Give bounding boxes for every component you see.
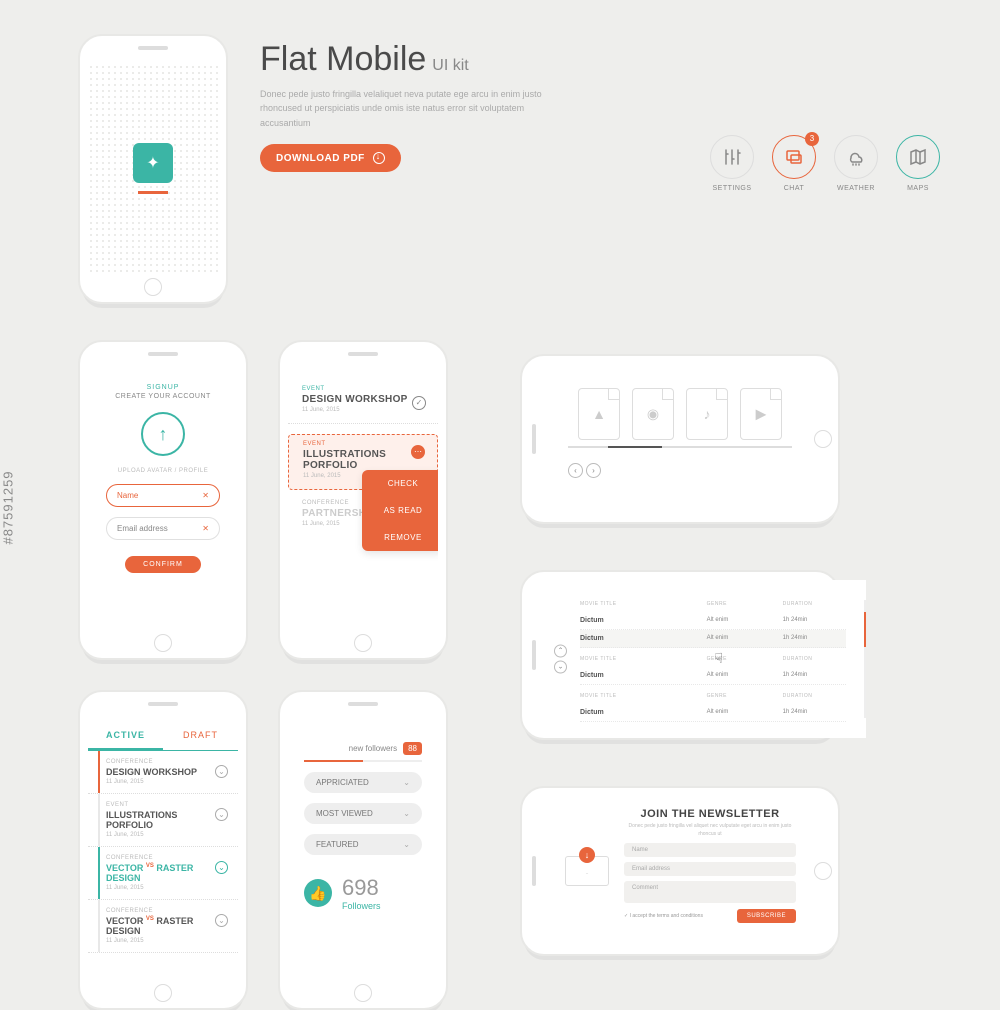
phone-gallery: ▲ ◉ ♪ ▶ ‹› <box>520 354 840 524</box>
new-followers-label: new followers <box>349 744 397 753</box>
download-pdf-button[interactable]: DOWNLOAD PDF <box>260 144 401 172</box>
followers-number: 698 <box>342 875 381 901</box>
phone-signup: SIGNUP CREATE YOUR ACCOUNT ↑ UPLOAD AVAT… <box>78 340 248 660</box>
more-icon[interactable]: ⋯ <box>411 445 425 459</box>
terms-checkbox[interactable]: ✓ I accept the terms and conditions <box>624 913 703 919</box>
phone-newsletter: ↓ JOIN THE NEWSLETTER Donec pede justo f… <box>520 786 840 956</box>
upload-avatar-button[interactable]: ↑ <box>141 412 185 456</box>
event-item[interactable]: EVENT DESIGN WORKSHOP 11 June, 2015 ✓ <box>288 386 438 424</box>
icon-row: SETTINGS 3 CHAT WEATHER MAPS <box>710 135 940 192</box>
tab-active[interactable]: ACTIVE <box>88 720 163 750</box>
vertical-pager: ⌃ ⌄ <box>554 642 567 677</box>
phone-tabs: ACTIVE DRAFT CONFERENCEDESIGN WORKSHOP11… <box>78 690 248 1010</box>
maps-icon <box>908 147 928 167</box>
upload-hint: UPLOAD AVATAR / PROFILE <box>106 468 220 474</box>
followers-label: Followers <box>342 901 381 911</box>
page-up-button[interactable]: ⌃ <box>554 645 567 658</box>
name-input[interactable]: Name✕ <box>106 484 220 507</box>
file-video[interactable]: ▶ <box>740 388 782 440</box>
confirm-button[interactable]: CONFIRM <box>125 556 201 573</box>
check-icon[interactable]: ✓ <box>412 396 426 410</box>
chat-icon-cell[interactable]: 3 CHAT <box>772 135 816 192</box>
signup-sub: CREATE YOUR ACCOUNT <box>106 393 220 400</box>
nl-comment-input[interactable]: Comment <box>624 881 796 903</box>
phone-table: ⌃ ⌄ MOVIE TITLE GENRE DURATION DictumAlt… <box>520 570 840 740</box>
nl-name-input[interactable]: Name <box>624 843 796 857</box>
next-button[interactable]: › <box>586 463 601 478</box>
ctx-check[interactable]: CHECK <box>362 470 438 497</box>
header-lorem: Donec pede justo fringilla velaliquet ne… <box>260 87 560 130</box>
ctx-asread[interactable]: AS READ <box>362 497 438 524</box>
file-audio[interactable]: ♪ <box>686 388 728 440</box>
splash-progress <box>138 191 168 194</box>
pill-appreciated[interactable]: APPRICIATED⌄ <box>304 772 422 793</box>
newsletter-lorem: Donec pede justo fringilla vel aliquet n… <box>624 823 796 838</box>
timeline-item[interactable]: EVENTILLUSTRATIONS PORFOLIO11 June, 2015… <box>88 794 238 847</box>
table-row-hover[interactable]: DictumAlt enim1h 24min <box>580 630 846 648</box>
context-menu: CHECK AS READ REMOVE <box>362 470 438 551</box>
gallery-scrollbar[interactable] <box>568 446 792 448</box>
timeline-item[interactable]: CONFERENCEVECTOR VS RASTER DESIGN11 June… <box>88 900 238 953</box>
file-image[interactable]: ▲ <box>578 388 620 440</box>
weather-icon <box>846 147 866 167</box>
followers-progress <box>304 760 422 762</box>
timeline-item[interactable]: CONFERENCEDESIGN WORKSHOP11 June, 2015 ⌄ <box>88 751 238 794</box>
chevron-down-icon[interactable]: ⌄ <box>215 765 228 778</box>
newsletter-title: JOIN THE NEWSLETTER <box>624 808 796 820</box>
prev-button[interactable]: ‹ <box>568 463 583 478</box>
settings-icon-cell[interactable]: SETTINGS <box>710 135 754 192</box>
weather-icon-cell[interactable]: WEATHER <box>834 135 878 192</box>
scrollbar[interactable] <box>864 600 866 718</box>
thumbs-up-icon: 👍 <box>304 879 332 907</box>
chat-icon <box>784 147 804 167</box>
download-icon <box>373 152 385 164</box>
pill-mostviewed[interactable]: MOST VIEWED⌄ <box>304 803 422 824</box>
page-down-button[interactable]: ⌄ <box>554 661 567 674</box>
followers-count-badge: 88 <box>403 742 422 755</box>
cursor-icon: ☟ <box>714 650 723 667</box>
clear-icon[interactable]: ✕ <box>202 524 209 533</box>
phone-followers: new followers 88 APPRICIATED⌄ MOST VIEWED… <box>278 690 448 1010</box>
pill-featured[interactable]: FEATURED⌄ <box>304 834 422 855</box>
email-input[interactable]: Email address✕ <box>106 517 220 540</box>
tab-draft[interactable]: DRAFT <box>163 720 238 750</box>
signup-heading: SIGNUP <box>106 384 220 391</box>
clear-icon[interactable]: ✕ <box>202 491 209 500</box>
chevron-down-icon[interactable]: ⌄ <box>215 808 228 821</box>
phone-events: EVENT DESIGN WORKSHOP 11 June, 2015 ✓ EV… <box>278 340 448 660</box>
ctx-remove[interactable]: REMOVE <box>362 524 438 551</box>
timeline-item-active[interactable]: CONFERENCEVECTOR VS RASTER DESIGN11 June… <box>88 847 238 900</box>
page-title: Flat MobileUI kit <box>260 40 940 79</box>
subscribe-button[interactable]: SUBSCRIBE <box>737 909 796 923</box>
chat-badge: 3 <box>805 132 819 146</box>
file-photo[interactable]: ◉ <box>632 388 674 440</box>
chevron-down-icon[interactable]: ⌄ <box>215 914 228 927</box>
nl-email-input[interactable]: Email address <box>624 862 796 876</box>
chevron-down-icon[interactable]: ⌄ <box>215 861 228 874</box>
phone-splash: ✦ <box>78 34 228 304</box>
loader-icon: ✦ <box>133 143 173 183</box>
watermark: #87591259 <box>1 470 16 544</box>
maps-icon-cell[interactable]: MAPS <box>896 135 940 192</box>
settings-icon <box>722 147 742 167</box>
envelope-icon: ↓ <box>550 796 624 946</box>
